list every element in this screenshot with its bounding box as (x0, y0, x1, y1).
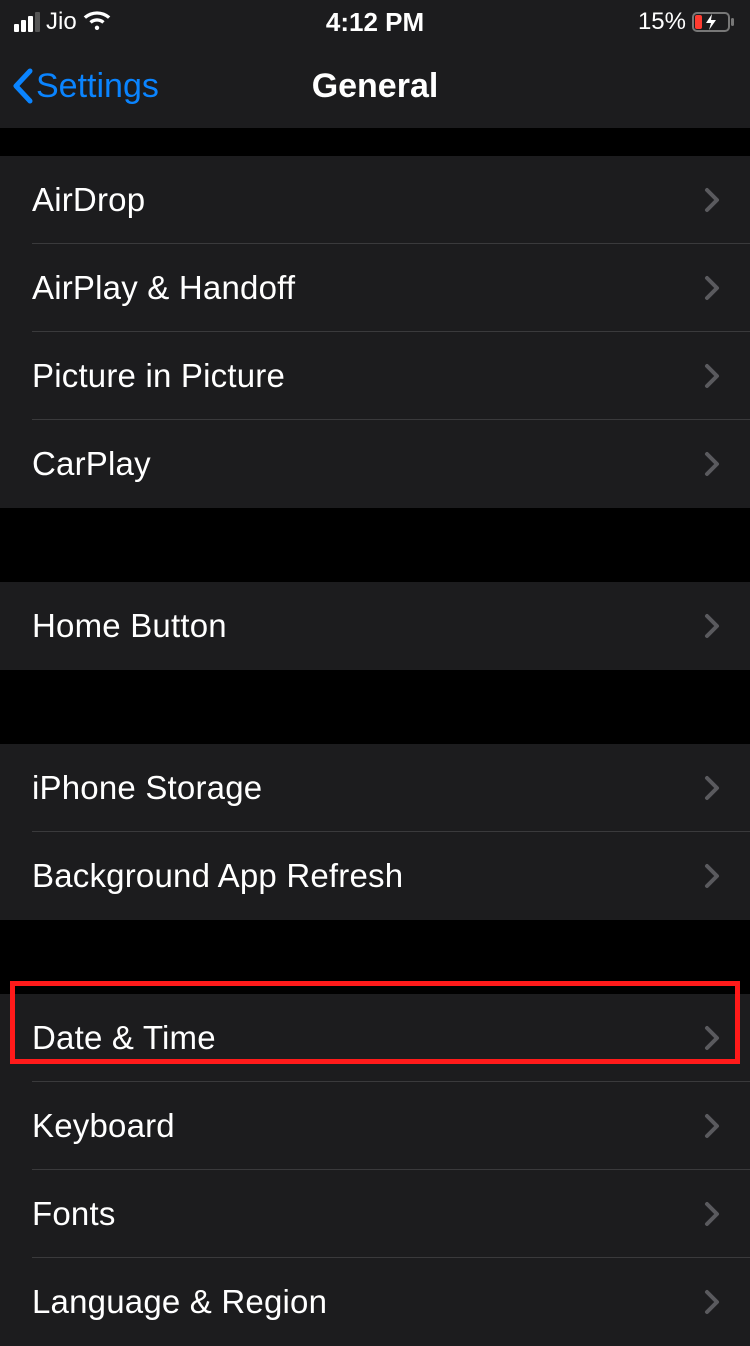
carrier-label: Jio (46, 8, 77, 36)
battery-percent: 15% (638, 8, 686, 36)
page-title: General (312, 67, 439, 106)
row-fonts[interactable]: Fonts (0, 1170, 750, 1258)
row-label: Keyboard (32, 1107, 175, 1145)
chevron-right-icon (704, 1289, 720, 1315)
settings-group: AirDrop AirPlay & Handoff Picture in Pic… (0, 156, 750, 508)
row-airplay-handoff[interactable]: AirPlay & Handoff (0, 244, 750, 332)
row-language-region[interactable]: Language & Region (0, 1258, 750, 1346)
signal-icon (14, 12, 40, 32)
row-carplay[interactable]: CarPlay (0, 420, 750, 508)
row-date-time[interactable]: Date & Time (0, 994, 750, 1082)
chevron-right-icon (704, 1113, 720, 1139)
back-label: Settings (36, 67, 159, 106)
row-home-button[interactable]: Home Button (0, 582, 750, 670)
nav-bar: Settings General (0, 44, 750, 128)
row-iphone-storage[interactable]: iPhone Storage (0, 744, 750, 832)
battery-icon (692, 11, 736, 33)
section-gap (0, 508, 750, 582)
chevron-left-icon (10, 67, 34, 105)
back-button[interactable]: Settings (10, 67, 159, 106)
chevron-right-icon (704, 613, 720, 639)
section-gap (0, 670, 750, 744)
chevron-right-icon (704, 1201, 720, 1227)
row-picture-in-picture[interactable]: Picture in Picture (0, 332, 750, 420)
row-label: AirPlay & Handoff (32, 269, 295, 307)
settings-group: Date & Time Keyboard Fonts Language & Re… (0, 994, 750, 1346)
status-time: 4:12 PM (326, 7, 424, 38)
chevron-right-icon (704, 775, 720, 801)
row-airdrop[interactable]: AirDrop (0, 156, 750, 244)
section-gap (0, 920, 750, 994)
chevron-right-icon (704, 187, 720, 213)
row-label: Home Button (32, 607, 227, 645)
row-label: Picture in Picture (32, 357, 285, 395)
row-label: Date & Time (32, 1019, 216, 1057)
settings-group: iPhone Storage Background App Refresh (0, 744, 750, 920)
status-right: 15% (638, 8, 736, 36)
row-label: CarPlay (32, 445, 151, 483)
row-keyboard[interactable]: Keyboard (0, 1082, 750, 1170)
row-label: iPhone Storage (32, 769, 262, 807)
row-label: Background App Refresh (32, 857, 403, 895)
section-gap (0, 128, 750, 156)
row-background-app-refresh[interactable]: Background App Refresh (0, 832, 750, 920)
row-label: Fonts (32, 1195, 116, 1233)
row-label: Language & Region (32, 1283, 327, 1321)
settings-group: Home Button (0, 582, 750, 670)
chevron-right-icon (704, 1025, 720, 1051)
row-label: AirDrop (32, 181, 145, 219)
chevron-right-icon (704, 451, 720, 477)
chevron-right-icon (704, 275, 720, 301)
chevron-right-icon (704, 363, 720, 389)
chevron-right-icon (704, 863, 720, 889)
status-left: Jio (14, 8, 111, 36)
wifi-icon (83, 11, 111, 33)
status-bar: Jio 4:12 PM 15% (0, 0, 750, 44)
